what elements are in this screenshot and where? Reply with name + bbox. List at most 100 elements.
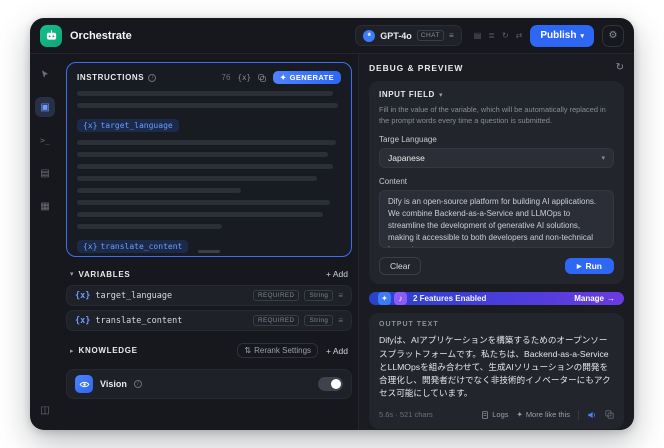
variable-chip-label: translate_content — [100, 242, 183, 251]
scroll-indicator[interactable] — [198, 250, 220, 253]
copy-icon[interactable] — [258, 73, 266, 82]
rail-collapse-panel-icon[interactable]: ◫ — [35, 400, 55, 420]
required-badge: REQUIRED — [253, 290, 300, 301]
input-field-header[interactable]: INPUT FIELD ▾ — [379, 90, 614, 99]
chevron-down-icon: ▾ — [601, 155, 605, 163]
chevron-down-icon: ▾ — [580, 32, 584, 40]
skeleton-line — [77, 200, 331, 205]
manage-features-button[interactable]: Manage → — [574, 294, 615, 303]
feature-tts-icon: ♪ — [394, 292, 407, 306]
logs-label: Logs — [492, 410, 509, 420]
skeleton-line — [77, 91, 334, 96]
app-window: Orchestrate * GPT-4o CHAT ≡ ▤ ≣ ↻ ⇄ Publ… — [30, 18, 634, 430]
output-text: Difyは、AIアプリケーションを構築するためのオープンソースプラットフォームで… — [379, 335, 611, 399]
instructions-editor[interactable]: INSTRUCTIONS i 76 {x} ✦ GENERATE {x} tar… — [66, 62, 352, 257]
rerank-label: Rerank Settings — [254, 346, 312, 355]
model-mode-badge: CHAT — [416, 30, 445, 41]
instructions-title: INSTRUCTIONS — [77, 73, 145, 82]
required-badge: REQUIRED — [253, 315, 300, 326]
feature-chat-icon: ✦ — [378, 292, 391, 306]
divider — [578, 409, 579, 420]
variable-chip-target-language[interactable]: {x} target_language — [77, 119, 179, 132]
variable-token-icon: {x} — [75, 290, 91, 301]
rail-orchestrate-icon[interactable]: ▣ — [35, 97, 55, 117]
variable-name: translate_content — [95, 315, 183, 326]
orchestrate-column: INSTRUCTIONS i 76 {x} ✦ GENERATE {x} tar… — [60, 54, 358, 430]
rail-pointer-icon[interactable] — [35, 64, 55, 84]
model-params-icon[interactable]: ≡ — [449, 31, 454, 40]
content-textarea[interactable]: Dify is an open-source platform for buil… — [379, 190, 614, 249]
logs-button[interactable]: Logs — [481, 410, 509, 420]
variable-row[interactable]: {x} target_language REQUIRED String ≡ — [66, 285, 352, 306]
skeleton-line — [77, 164, 334, 169]
vision-eye-icon — [75, 375, 93, 393]
top-bar: Orchestrate * GPT-4o CHAT ≡ ▤ ≣ ↻ ⇄ Publ… — [30, 18, 634, 54]
variable-settings-icon[interactable]: ≡ — [338, 316, 343, 325]
cursor-icon — [41, 70, 49, 78]
target-language-select[interactable]: Japanese ▾ — [379, 148, 614, 169]
play-icon: ▶ — [576, 263, 582, 270]
refresh-icon[interactable]: ↻ — [616, 62, 624, 73]
char-count: 76 — [221, 73, 231, 82]
prompt-log-icon[interactable]: ▤ — [474, 31, 482, 40]
more-like-this-button[interactable]: ✦ More like this — [517, 410, 570, 419]
variables-title: VARIABLES — [78, 269, 131, 279]
debug-title: DEBUG & PREVIEW — [369, 62, 464, 73]
generate-label: GENERATE — [289, 73, 334, 82]
sparkle-icon: ✦ — [279, 73, 287, 82]
annotation-icon[interactable]: ≣ — [488, 31, 495, 40]
variable-chip-translate-content[interactable]: {x} translate_content — [77, 240, 189, 253]
skeleton-line — [77, 212, 323, 217]
variable-row[interactable]: {x} translate_content REQUIRED String ≡ — [66, 310, 352, 331]
vision-label: Vision — [100, 379, 127, 389]
toggle-knob — [331, 379, 341, 389]
variable-chip-label: target_language — [100, 121, 173, 130]
rail-logs-icon[interactable]: ▤ — [35, 163, 55, 183]
output-card: OUTPUT TEXT Difyは、AIアプリケーションを構築するためのオープン… — [369, 313, 624, 429]
run-button[interactable]: ▶ Run — [564, 258, 614, 275]
skeleton-line — [77, 140, 336, 145]
generate-button[interactable]: ✦ GENERATE — [272, 71, 341, 84]
vision-feature-row: Vision i — [66, 369, 352, 399]
knowledge-section-header[interactable]: ▸ KNOWLEDGE ⇅ Rerank Settings + Add — [66, 338, 352, 360]
robot-icon — [46, 30, 56, 40]
vision-toggle[interactable] — [318, 377, 343, 391]
add-knowledge-button[interactable]: + Add — [326, 346, 348, 356]
insert-variable-icon[interactable]: {x} — [237, 73, 251, 82]
app-logo-icon[interactable] — [40, 24, 62, 47]
expand-icon[interactable]: ⇄ — [516, 31, 523, 40]
app-body: ▣ >_ ▤ ▦ ◫ INSTRUCTIONS i 76 {x} ✦ GENER… — [30, 54, 634, 430]
target-language-value: Japanese — [388, 153, 425, 164]
app-settings-button[interactable]: ⚙ — [602, 24, 624, 47]
variable-settings-icon[interactable]: ≡ — [338, 291, 343, 300]
input-field-card: INPUT FIELD ▾ Fill in the value of the v… — [369, 81, 624, 285]
left-rail: ▣ >_ ▤ ▦ ◫ — [30, 54, 60, 430]
output-stats: 5.6s · 521 chars — [379, 410, 433, 420]
input-field-description: Fill in the value of the variable, which… — [379, 105, 606, 126]
history-icon[interactable]: ↻ — [502, 31, 509, 40]
publish-button[interactable]: Publish ▾ — [530, 24, 594, 47]
chevron-down-icon: ▾ — [70, 271, 74, 278]
rail-docs-icon[interactable]: ▦ — [35, 196, 55, 216]
speaker-icon[interactable] — [587, 410, 597, 420]
run-label: Run — [585, 261, 602, 272]
copy-output-icon[interactable] — [605, 410, 614, 419]
publish-label: Publish — [540, 30, 577, 41]
variables-section-header[interactable]: ▾ VARIABLES + Add — [66, 264, 352, 281]
more-like-this-label: More like this — [525, 410, 570, 420]
output-title: OUTPUT TEXT — [379, 321, 439, 329]
rail-api-icon[interactable]: >_ — [35, 130, 55, 150]
knowledge-title: KNOWLEDGE — [78, 346, 138, 355]
clear-button[interactable]: Clear — [379, 257, 422, 276]
instructions-header: INSTRUCTIONS i 76 {x} ✦ GENERATE — [77, 71, 341, 84]
chevron-right-icon: ▸ — [70, 347, 74, 355]
model-selector[interactable]: * GPT-4o CHAT ≡ — [355, 25, 462, 46]
add-variable-button[interactable]: + Add — [326, 269, 348, 279]
rerank-settings-button[interactable]: ⇅ Rerank Settings — [237, 343, 319, 358]
header-tools: ▤ ≣ ↻ ⇄ — [474, 31, 523, 40]
skeleton-line — [77, 176, 318, 181]
debug-preview-panel: DEBUG & PREVIEW ↻ INPUT FIELD ▾ Fill in … — [358, 54, 634, 430]
model-name: GPT-4o — [380, 30, 412, 41]
arrow-right-icon: → — [607, 294, 615, 304]
variable-token-icon: {x} — [83, 242, 98, 251]
